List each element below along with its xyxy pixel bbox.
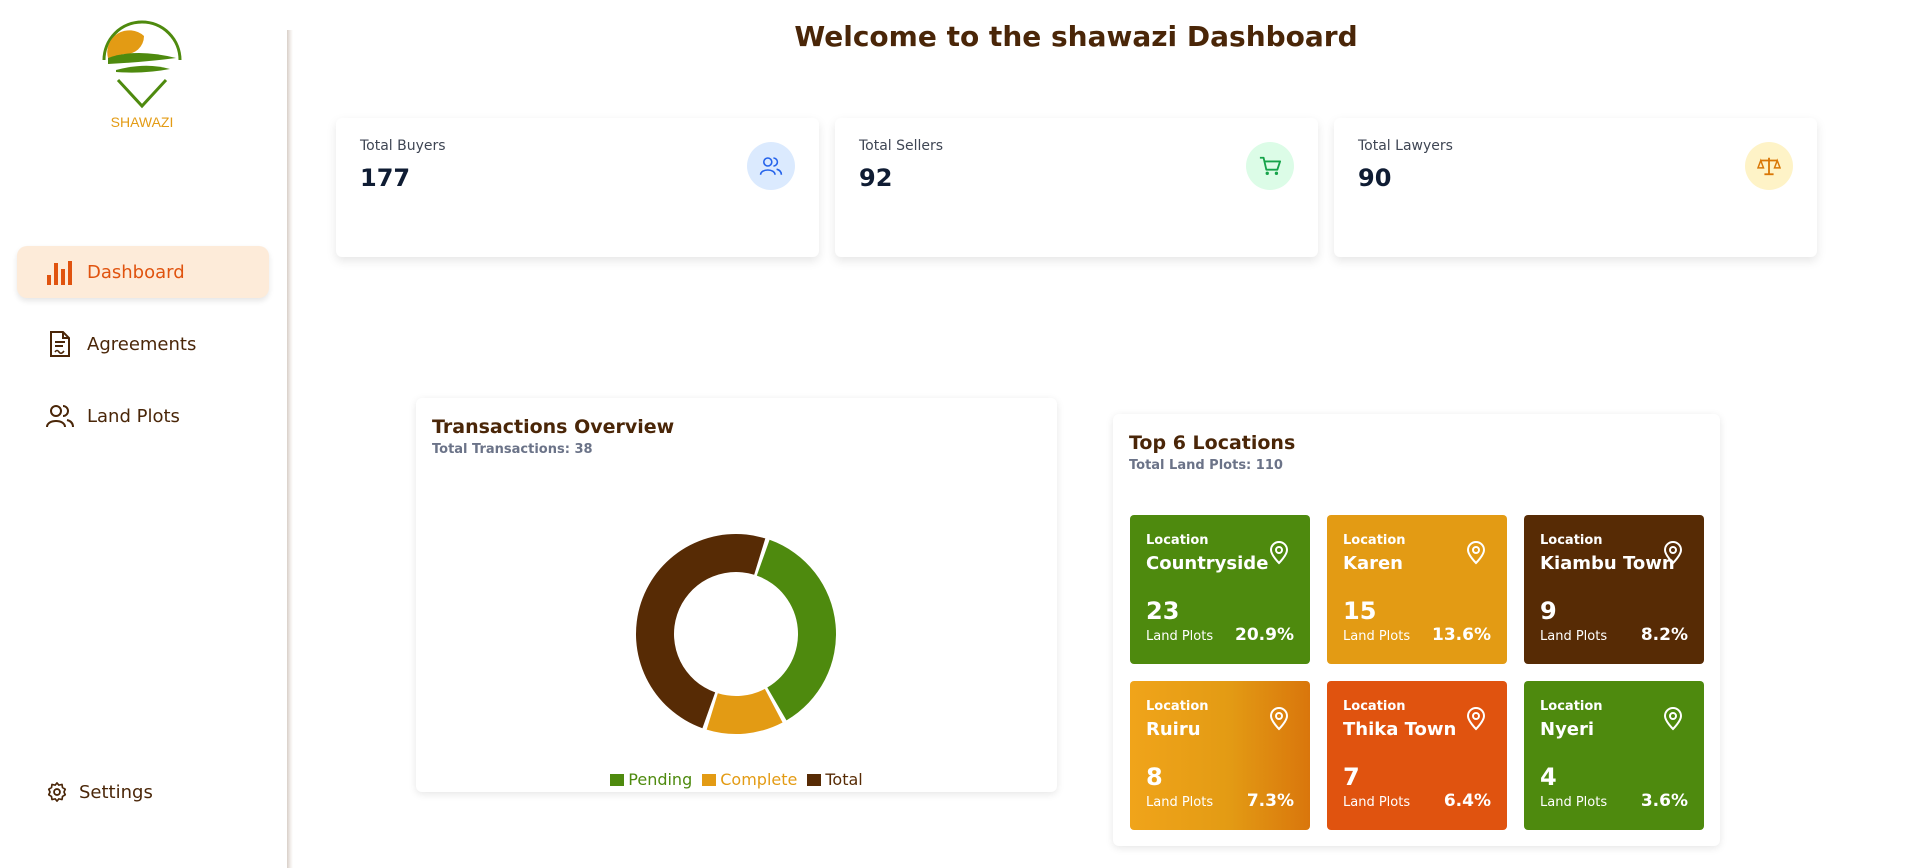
location-card-ruiru[interactable]: Location Ruiru 8 Land Plots 7.3%	[1130, 681, 1310, 830]
location-percent: 20.9%	[1235, 625, 1294, 645]
app-root: SHAWAZI Dashboard Agreements Land Plots …	[0, 0, 1914, 868]
location-count: 7	[1343, 763, 1360, 791]
stat-card-buyers: Total Buyers 177	[336, 118, 819, 257]
legend-item-pending[interactable]: Pending	[610, 770, 692, 789]
location-percent: 7.3%	[1246, 791, 1294, 811]
map-pin-icon	[1465, 707, 1487, 731]
location-caption: Location	[1146, 699, 1209, 714]
users-icon	[45, 401, 75, 431]
sidebar-item-label: Settings	[79, 781, 153, 803]
panel-title: Transactions Overview	[432, 416, 675, 438]
map-pin-icon	[1268, 707, 1290, 731]
location-card-thika-town[interactable]: Location Thika Town 7 Land Plots 6.4%	[1327, 681, 1507, 830]
location-unit: Land Plots	[1343, 629, 1411, 644]
map-pin-icon	[1465, 541, 1487, 565]
scale-icon	[1745, 142, 1793, 190]
location-percent: 6.4%	[1443, 791, 1491, 811]
location-count: 8	[1146, 763, 1163, 791]
page-title: Welcome to the shawazi Dashboard	[794, 20, 1358, 53]
gear-icon	[45, 777, 69, 807]
stat-card-lawyers: Total Lawyers 90	[1334, 118, 1817, 257]
sidebar-item-dashboard[interactable]: Dashboard	[17, 246, 269, 298]
legend-swatch	[610, 773, 625, 786]
legend-item-complete[interactable]: Complete	[702, 770, 797, 789]
location-name: Ruiru	[1146, 719, 1201, 740]
stat-card-sellers: Total Sellers 92	[835, 118, 1318, 257]
document-icon	[45, 329, 75, 359]
stat-label: Total Sellers	[859, 138, 944, 154]
location-count: 15	[1343, 597, 1377, 625]
location-card-kiambu-town[interactable]: Location Kiambu Town 9 Land Plots 8.2%	[1524, 515, 1704, 664]
transactions-panel: Transactions Overview Total Transactions…	[416, 398, 1057, 792]
logo-icon	[102, 20, 182, 109]
users-icon	[747, 142, 795, 190]
stat-value: 92	[859, 164, 893, 192]
panel-subtitle: Total Land Plots: 110	[1129, 458, 1283, 473]
bar-chart-icon	[45, 257, 75, 287]
location-caption: Location	[1343, 533, 1406, 548]
locations-panel: Top 6 Locations Total Land Plots: 110 Lo…	[1113, 414, 1720, 846]
location-percent: 8.2%	[1640, 625, 1688, 645]
location-name: Kiambu Town	[1540, 553, 1675, 574]
stat-value: 177	[360, 164, 411, 192]
location-count: 9	[1540, 597, 1557, 625]
logo-text: SHAWAZI	[110, 114, 174, 130]
legend-swatch	[702, 773, 717, 786]
sidebar-item-land-plots[interactable]: Land Plots	[17, 390, 269, 442]
donut-slice-pending	[756, 539, 836, 721]
location-caption: Location	[1540, 699, 1603, 714]
location-unit: Land Plots	[1146, 629, 1214, 644]
legend-label: Pending	[628, 770, 693, 789]
sidebar: SHAWAZI Dashboard Agreements Land Plots …	[0, 0, 287, 868]
location-name: Karen	[1343, 553, 1403, 574]
location-count: 4	[1540, 763, 1557, 791]
location-percent: 13.6%	[1432, 625, 1491, 645]
location-name: Nyeri	[1540, 719, 1595, 740]
panel-title: Top 6 Locations	[1129, 432, 1296, 454]
sidebar-item-label: Dashboard	[87, 261, 185, 283]
location-unit: Land Plots	[1146, 795, 1214, 810]
location-card-nyeri[interactable]: Location Nyeri 4 Land Plots 3.6%	[1524, 681, 1704, 830]
map-pin-icon	[1662, 541, 1684, 565]
legend-label: Complete	[720, 770, 798, 789]
legend-label: Total	[825, 770, 863, 789]
location-count: 23	[1146, 597, 1180, 625]
donut-slice-complete	[706, 688, 783, 734]
map-pin-icon	[1268, 541, 1290, 565]
stat-value: 90	[1358, 164, 1392, 192]
stat-label: Total Lawyers	[1358, 138, 1453, 154]
location-unit: Land Plots	[1540, 629, 1608, 644]
location-name: Countryside	[1146, 553, 1269, 574]
sidebar-item-label: Agreements	[87, 333, 197, 355]
legend-swatch	[807, 773, 822, 786]
legend-item-total[interactable]: Total	[807, 770, 863, 789]
sidebar-divider	[287, 30, 293, 868]
map-pin-icon	[1662, 707, 1684, 731]
location-card-karen[interactable]: Location Karen 15 Land Plots 13.6%	[1327, 515, 1507, 664]
sidebar-item-agreements[interactable]: Agreements	[17, 318, 269, 370]
location-card-countryside[interactable]: Location Countryside 23 Land Plots 20.9%	[1130, 515, 1310, 664]
location-name: Thika Town	[1343, 719, 1457, 740]
cart-icon	[1246, 142, 1294, 190]
chart-legend: Pending Complete Total	[416, 770, 1057, 789]
sidebar-item-settings[interactable]: Settings	[17, 766, 269, 818]
location-caption: Location	[1343, 699, 1406, 714]
panel-subtitle: Total Transactions: 38	[432, 442, 593, 457]
location-percent: 3.6%	[1640, 791, 1688, 811]
donut-chart	[636, 534, 836, 734]
location-unit: Land Plots	[1343, 795, 1411, 810]
location-unit: Land Plots	[1540, 795, 1608, 810]
sidebar-item-label: Land Plots	[87, 405, 180, 427]
location-caption: Location	[1540, 533, 1603, 548]
stat-label: Total Buyers	[360, 138, 446, 154]
location-caption: Location	[1146, 533, 1209, 548]
logo: SHAWAZI	[96, 14, 188, 132]
